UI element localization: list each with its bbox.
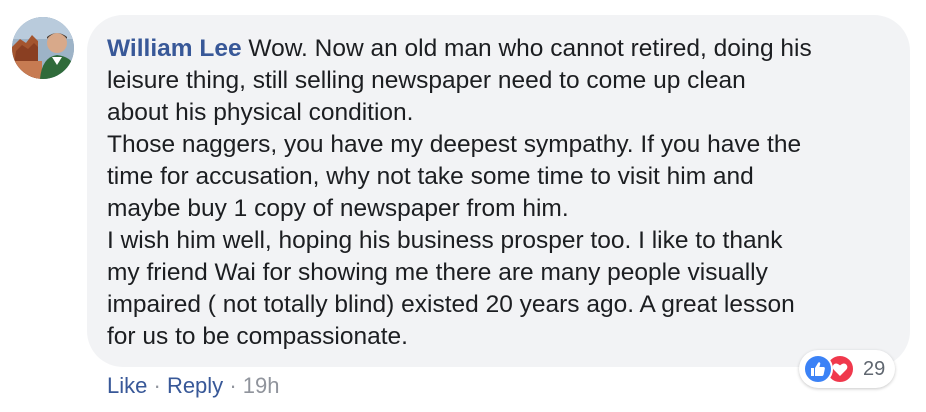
comment-line: Those naggers, you have my deepest sympa… — [107, 131, 802, 158]
author-name[interactable]: William Lee — [107, 35, 242, 62]
reply-button[interactable]: Reply — [167, 373, 223, 398]
reactions-summary[interactable]: 29 — [799, 350, 896, 388]
comment-bubble: William Lee Wow. Now an old man who cann… — [87, 15, 910, 367]
comment-line: I wish him well, hoping his business pro… — [107, 227, 783, 254]
comment-line: about his physical condition. — [107, 99, 414, 126]
avatar[interactable] — [12, 17, 74, 79]
reaction-count: 29 — [863, 357, 886, 380]
timestamp[interactable]: 19h — [243, 373, 280, 398]
comment-line: my friend Wai for showing me there are m… — [107, 259, 768, 286]
like-button[interactable]: Like — [107, 373, 147, 398]
comment-line: for us to be compassionate. — [107, 323, 408, 350]
comment-line: time for accusation, why not take some t… — [107, 163, 754, 190]
comment-line: maybe buy 1 copy of newspaper from him. — [107, 195, 569, 222]
separator: · — [229, 373, 237, 398]
comment-line: William Lee Wow. Now an old man who cann… — [107, 33, 897, 65]
like-icon — [803, 354, 833, 384]
comment-line: impaired ( not totally blind) existed 20… — [107, 291, 795, 318]
separator: · — [153, 373, 161, 398]
comment-line-text: Wow. Now an old man who cannot retired, … — [241, 35, 812, 62]
comment-text: William Lee Wow. Now an old man who cann… — [107, 33, 897, 353]
comment-actions: Like · Reply · 19h — [107, 372, 279, 400]
comment-line: leisure thing, still selling newspaper n… — [107, 67, 746, 94]
